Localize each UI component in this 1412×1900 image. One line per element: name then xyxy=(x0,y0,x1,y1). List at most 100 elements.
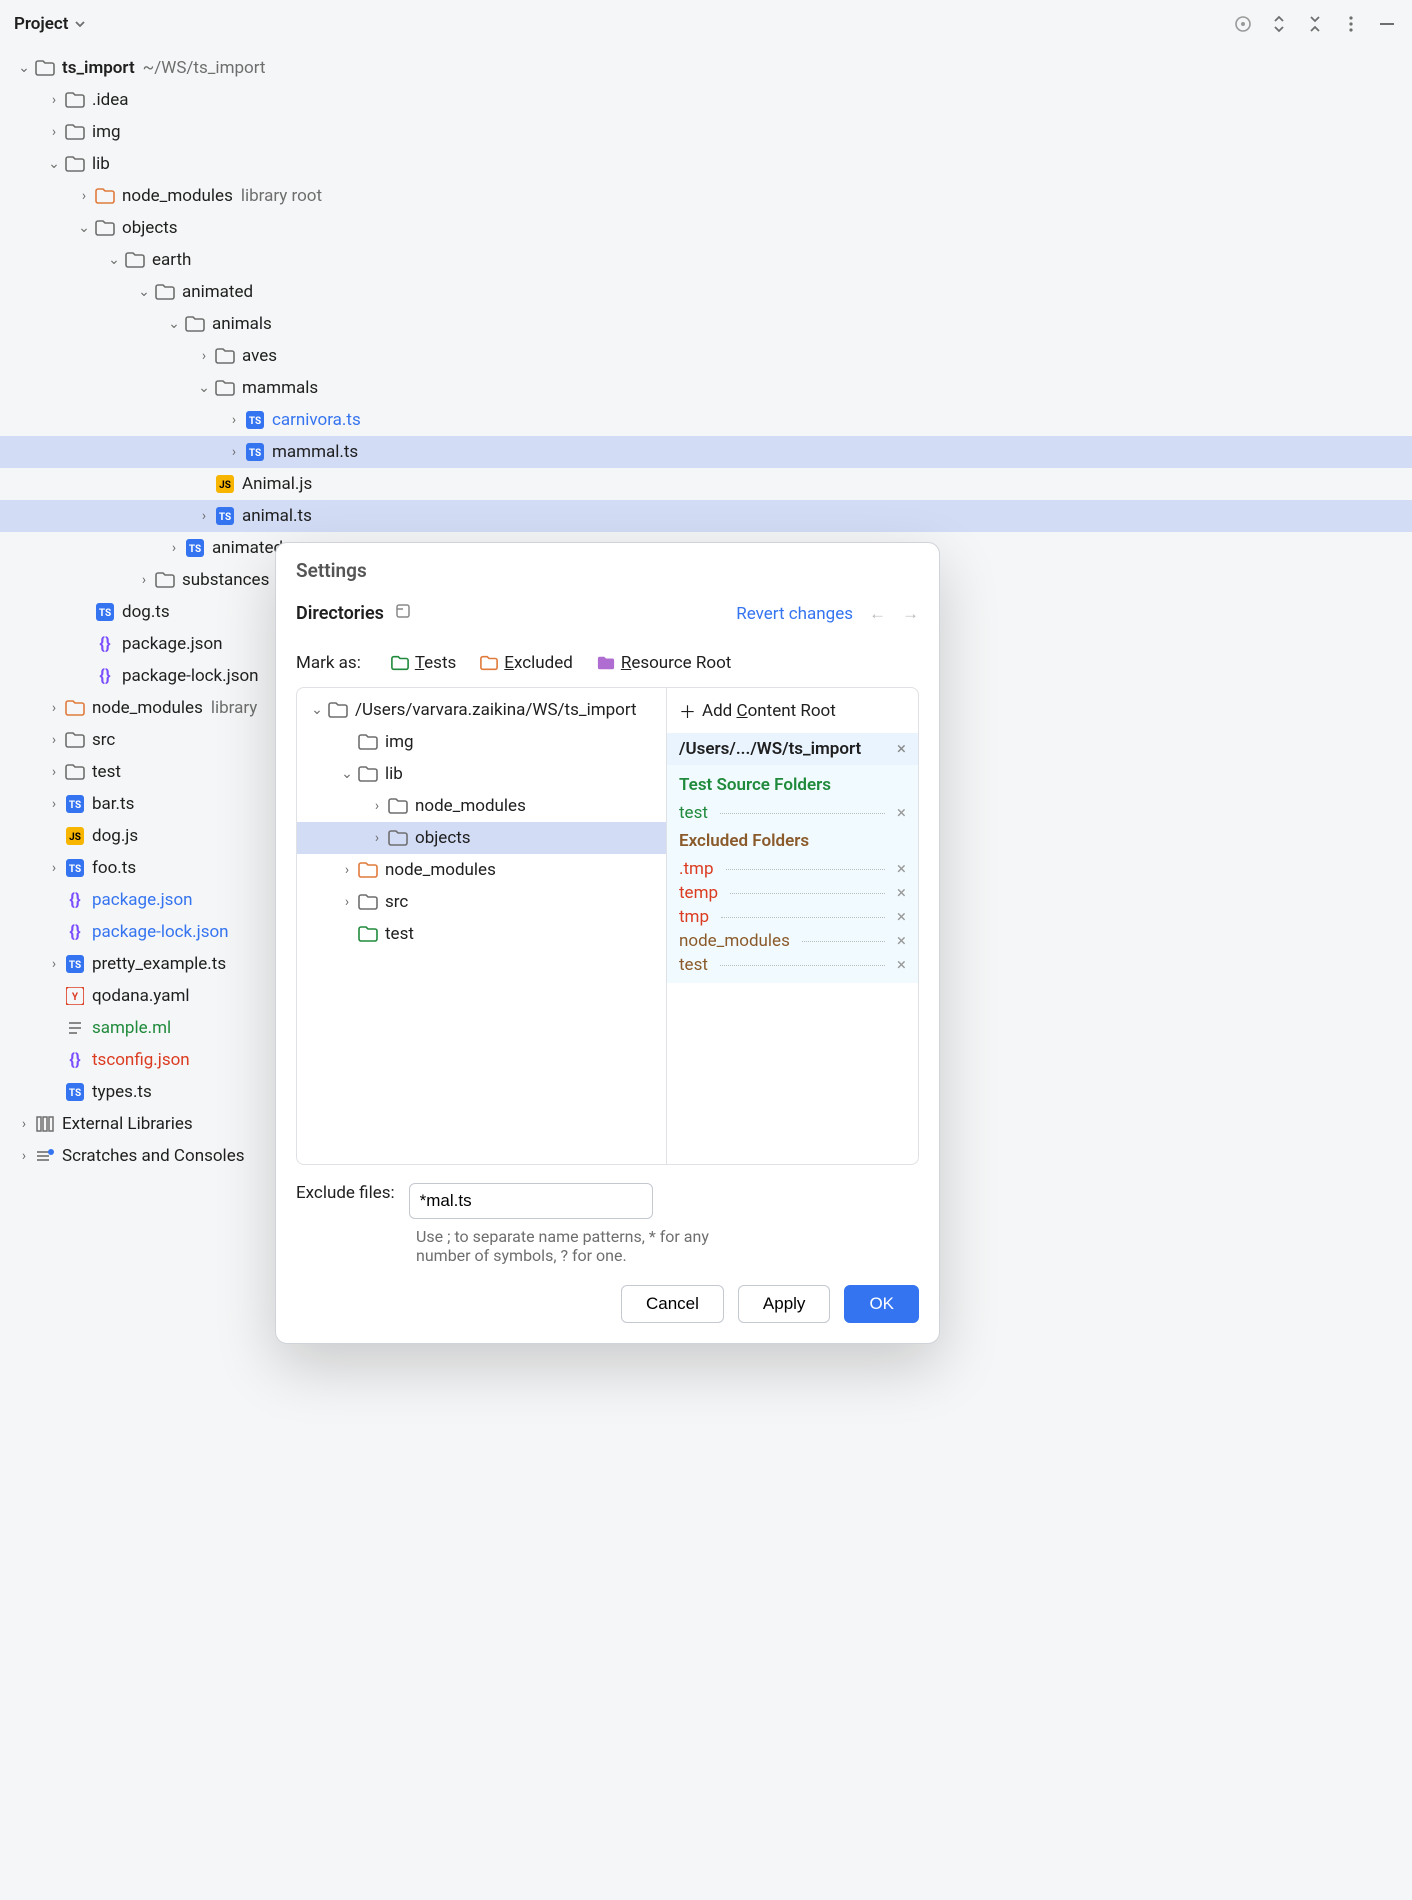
chevron-down-icon[interactable]: ⌄ xyxy=(194,380,214,396)
forward-icon[interactable]: → xyxy=(902,604,919,624)
chevron-right-icon[interactable]: › xyxy=(44,700,64,716)
tree-row[interactable]: › TS animal.ts xyxy=(0,500,1412,532)
minimize-icon[interactable] xyxy=(1376,13,1398,35)
dir-row[interactable]: ›node_modules xyxy=(297,790,666,822)
tree-label: dog.ts xyxy=(122,602,170,622)
remove-icon[interactable]: × xyxy=(897,803,906,823)
remove-icon[interactable]: × xyxy=(897,883,906,903)
chevron-right-icon[interactable]: › xyxy=(194,348,214,364)
ts-file-icon: TS xyxy=(64,857,86,879)
chevron-right-icon[interactable]: › xyxy=(224,444,244,460)
apply-button[interactable]: Apply xyxy=(738,1285,831,1323)
ts-file-icon: TS xyxy=(94,601,116,623)
mark-excluded[interactable]: Excluded xyxy=(480,653,573,673)
dir-row[interactable]: ›test xyxy=(297,918,666,950)
chevron-right-icon[interactable]: › xyxy=(44,732,64,748)
tree-label: package.json xyxy=(122,634,223,654)
tree-row[interactable]: › .idea xyxy=(0,84,1412,116)
chevron-right-icon[interactable]: › xyxy=(44,764,64,780)
revert-link[interactable]: Revert changes xyxy=(736,604,853,624)
folder-icon xyxy=(154,569,176,591)
close-icon[interactable]: × xyxy=(897,739,906,759)
mark-resource[interactable]: Resource Root xyxy=(597,653,732,673)
chevron-right-icon[interactable]: › xyxy=(134,572,154,588)
tree-row[interactable]: › node_modules library root xyxy=(0,180,1412,212)
chevron-down-icon xyxy=(74,18,86,30)
json-file-icon: {} xyxy=(94,633,116,655)
chevron-right-icon[interactable]: › xyxy=(164,540,184,556)
chevron-down-icon[interactable]: ⌄ xyxy=(104,252,124,268)
excluded-folder-item[interactable]: .tmp× xyxy=(667,857,918,881)
folder-icon xyxy=(94,217,116,239)
dir-row-selected[interactable]: ›objects xyxy=(297,822,666,854)
content-root-chip[interactable]: /Users/.../WS/ts_import × xyxy=(667,733,918,765)
chevron-down-icon[interactable]: ⌄ xyxy=(164,316,184,332)
svg-text:TS: TS xyxy=(189,544,201,555)
tree-row[interactable]: ⌄ ts_import ~/WS/ts_import xyxy=(0,52,1412,84)
dir-row[interactable]: ›src xyxy=(297,886,666,918)
dir-row[interactable]: ⌄/Users/varvara.zaikina/WS/ts_import xyxy=(297,694,666,726)
tree-row[interactable]: ⌄ animals xyxy=(0,308,1412,340)
more-icon[interactable] xyxy=(1340,13,1362,35)
remove-icon[interactable]: × xyxy=(897,859,906,879)
chevron-right-icon[interactable]: › xyxy=(14,1116,34,1132)
svg-text:TS: TS xyxy=(99,608,111,619)
directories-tree[interactable]: ⌄/Users/varvara.zaikina/WS/ts_import ›im… xyxy=(297,688,666,1164)
tree-label: tsconfig.json xyxy=(92,1050,190,1070)
tree-label: pretty_example.ts xyxy=(92,954,226,974)
chevron-right-icon[interactable]: › xyxy=(44,124,64,140)
chevron-right-icon[interactable]: › xyxy=(44,956,64,972)
tree-label: qodana.yaml xyxy=(92,986,190,1006)
chevron-right-icon[interactable]: › xyxy=(224,412,244,428)
dir-row[interactable]: ›node_modules xyxy=(297,854,666,886)
chevron-right-icon[interactable]: › xyxy=(74,188,94,204)
ok-button[interactable]: OK xyxy=(844,1285,919,1323)
add-content-root[interactable]: ＋ Add Content Root xyxy=(667,688,918,733)
chevron-down-icon[interactable]: ⌄ xyxy=(134,284,154,300)
chevron-right-icon[interactable]: › xyxy=(14,1148,34,1164)
excluded-folder-item[interactable]: temp× xyxy=(667,881,918,905)
excluded-folder-item[interactable]: node_modules× xyxy=(667,929,918,953)
tree-label: img xyxy=(92,122,121,142)
chevron-right-icon[interactable]: › xyxy=(194,508,214,524)
tree-row[interactable]: ⌄ mammals xyxy=(0,372,1412,404)
tree-row[interactable]: › img xyxy=(0,116,1412,148)
dir-row[interactable]: ⌄lib xyxy=(297,758,666,790)
folder-icon xyxy=(94,185,116,207)
exclude-files-input[interactable] xyxy=(409,1183,653,1219)
folder-icon xyxy=(184,313,206,335)
expand-icon[interactable] xyxy=(1268,13,1290,35)
remove-icon[interactable]: × xyxy=(897,907,906,927)
chevron-down-icon[interactable]: ⌄ xyxy=(74,220,94,236)
tree-row[interactable]: › TS carnivora.ts xyxy=(0,404,1412,436)
excluded-folder-item[interactable]: test× xyxy=(667,953,918,977)
folder-icon xyxy=(154,281,176,303)
tree-row[interactable]: › aves xyxy=(0,340,1412,372)
excluded-folder-item[interactable]: tmp× xyxy=(667,905,918,929)
project-tool-title[interactable]: Project xyxy=(14,14,86,34)
folder-icon xyxy=(64,121,86,143)
test-folder-item[interactable]: test× xyxy=(667,801,918,825)
chevron-down-icon[interactable]: ⌄ xyxy=(14,60,34,76)
cancel-button[interactable]: Cancel xyxy=(621,1285,724,1323)
chevron-right-icon[interactable]: › xyxy=(44,860,64,876)
svg-text:JS: JS xyxy=(219,480,231,491)
tree-label: node_modules xyxy=(92,698,203,718)
tree-row[interactable]: ⌄ animated xyxy=(0,276,1412,308)
mark-tests[interactable]: TTestsests xyxy=(391,653,456,673)
tree-row[interactable]: › TS mammal.ts xyxy=(0,436,1412,468)
dir-row[interactable]: ›img xyxy=(297,726,666,758)
remove-icon[interactable]: × xyxy=(897,955,906,975)
tree-row[interactable]: › JS Animal.js xyxy=(0,468,1412,500)
tree-row[interactable]: ⌄ lib xyxy=(0,148,1412,180)
tree-row[interactable]: ⌄ earth xyxy=(0,244,1412,276)
chevron-right-icon[interactable]: › xyxy=(44,92,64,108)
settings-dialog: Settings Directories Revert changes ← → … xyxy=(275,542,940,1344)
tree-row[interactable]: ⌄ objects xyxy=(0,212,1412,244)
remove-icon[interactable]: × xyxy=(897,931,906,951)
back-icon[interactable]: ← xyxy=(869,604,886,624)
collapse-icon[interactable] xyxy=(1304,13,1326,35)
chevron-down-icon[interactable]: ⌄ xyxy=(44,156,64,172)
chevron-right-icon[interactable]: › xyxy=(44,796,64,812)
target-icon[interactable] xyxy=(1232,13,1254,35)
